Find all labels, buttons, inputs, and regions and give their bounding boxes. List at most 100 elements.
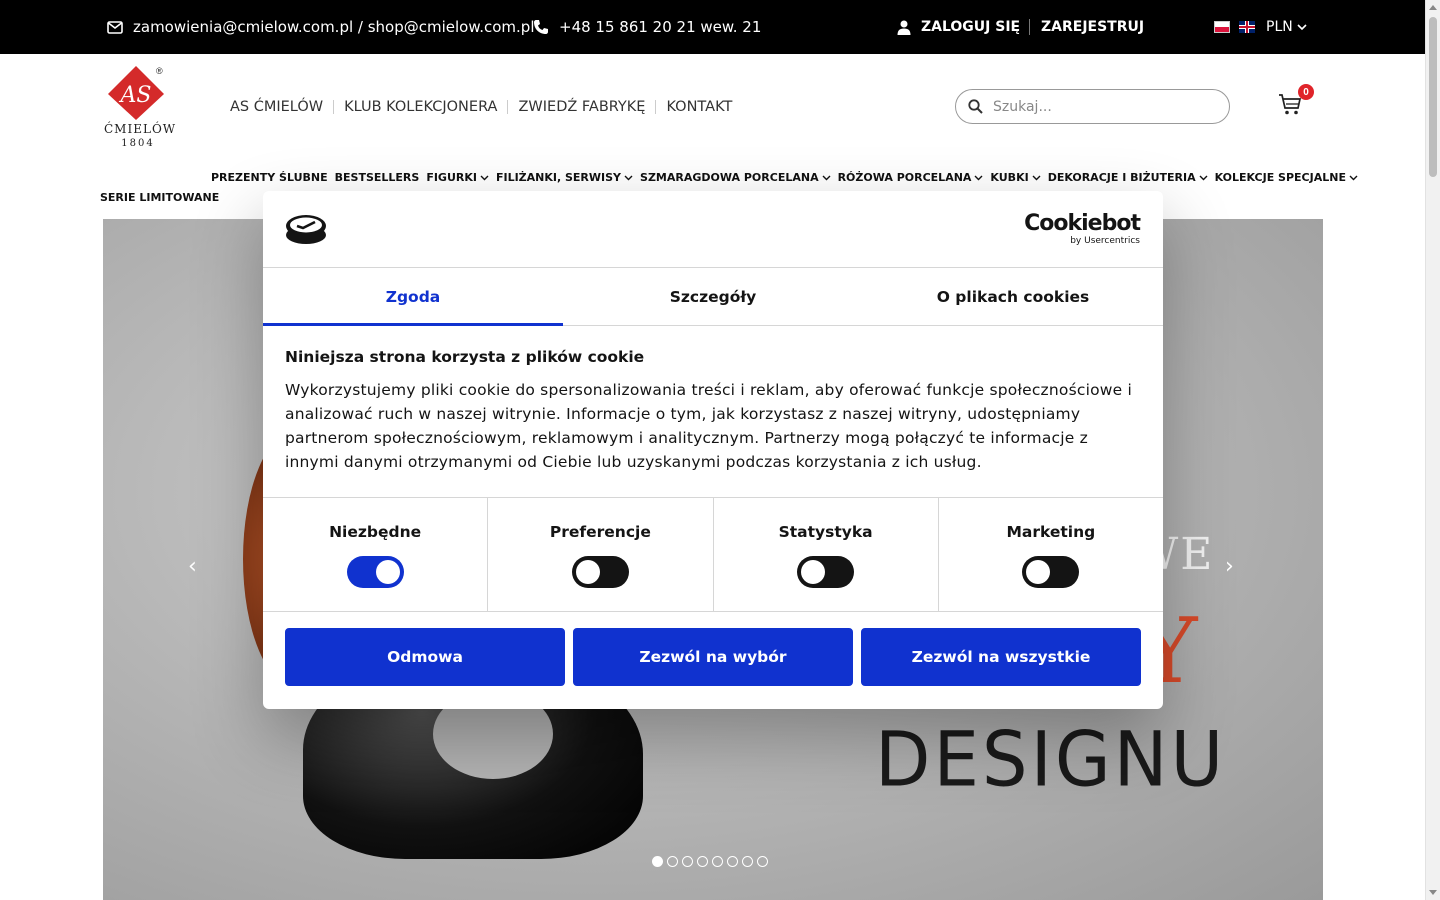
cat-label: DEKORACJE I BIŻUTERIA	[1047, 171, 1196, 184]
cookie-toggles: Niezbędne Preferencje Statystyka Marketi…	[263, 498, 1163, 612]
cart-button[interactable]: 0	[1278, 84, 1314, 118]
cat-bestsellers[interactable]: BESTSELLERS	[335, 171, 420, 184]
cookiebot-brand: Cookiebot by Usercentrics	[1024, 211, 1141, 247]
cat-filizanki-serwisy[interactable]: FILIŻANKI, SERWISY	[496, 171, 633, 184]
contact-email[interactable]: zamowienia@cmielow.com.pl / shop@cmielow…	[107, 0, 535, 54]
nav-klub-kolekcjonera[interactable]: KLUB KOLEKCJONERA	[333, 100, 507, 114]
toggle-preferencje: Preferencje	[487, 498, 712, 611]
currency-label: PLN	[1266, 19, 1293, 35]
hero-text-main: DESIGNU	[875, 714, 1227, 804]
category-nav: PREZENTY ŚLUBNE BESTSELLERS FIGURKI FILI…	[211, 171, 1365, 184]
currency-select[interactable]: PLN	[1266, 0, 1307, 54]
cat-rozowa-porcelana[interactable]: RÓŻOWA PORCELANA	[838, 171, 984, 184]
cat-dekoracje-bizuteria[interactable]: DEKORACJE I BIŻUTERIA	[1048, 171, 1208, 184]
scroll-up-icon[interactable]	[1429, 5, 1437, 10]
cat-label: RÓŻOWA PORCELANA	[837, 171, 972, 184]
cookie-logo-icon	[286, 215, 326, 244]
cookie-description: Wykorzystujemy pliki cookie do spersonal…	[285, 381, 1133, 471]
tab-o-plikach-cookies[interactable]: O plikach cookies	[863, 268, 1163, 325]
cat-szmaragdowa-porcelana[interactable]: SZMARAGDOWA PORCELANA	[640, 171, 831, 184]
toggle-label: Statystyka	[778, 523, 873, 541]
cookie-buttons: Odmowa Zezwól na wybór Zezwól na wszystk…	[263, 612, 1163, 686]
cat-kolekcje-specjalne[interactable]: KOLEKCJE SPECJALNE	[1215, 171, 1358, 184]
chevron-down-icon	[822, 175, 831, 180]
deny-button[interactable]: Odmowa	[285, 628, 565, 686]
login-label: ZALOGUJ SIĘ	[921, 19, 1021, 35]
user-icon	[897, 20, 911, 35]
registered-mark: ®	[156, 66, 163, 76]
toggle-switch[interactable]	[1022, 556, 1080, 588]
toggle-label: Marketing	[1006, 523, 1096, 541]
slider-dot[interactable]	[682, 856, 693, 867]
tab-zgoda[interactable]: Zgoda	[263, 268, 563, 326]
slider-dot[interactable]	[667, 856, 678, 867]
slider-dot[interactable]	[697, 856, 708, 867]
slider-dots	[652, 856, 768, 867]
slider-next-icon[interactable]: ›	[1225, 554, 1234, 579]
toggle-label: Niezbędne	[329, 523, 422, 541]
nav-kontakt[interactable]: KONTAKT	[655, 100, 742, 114]
top-bar: zamowienia@cmielow.com.pl / shop@cmielow…	[0, 0, 1425, 54]
toggle-statystyka: Statystyka	[712, 498, 938, 611]
toggle-knob	[1026, 560, 1051, 584]
search-input[interactable]	[993, 98, 1213, 115]
cat-figurki[interactable]: FIGURKI	[426, 171, 489, 184]
contact-phone[interactable]: +48 15 861 20 21 wew. 21	[533, 0, 761, 54]
cookie-heading: Niniejsza strona korzysta z plików cooki…	[285, 348, 645, 366]
cat-label: PREZENTY ŚLUBNE	[211, 171, 328, 184]
search-box	[955, 89, 1230, 124]
chevron-down-icon	[624, 175, 633, 180]
cookiebot-name: Cookiebot	[1024, 211, 1141, 236]
tab-szczegoly[interactable]: Szczegóły	[563, 268, 863, 325]
cat-label: FILIŻANKI, SERWISY	[495, 171, 622, 184]
slider-dot[interactable]	[727, 856, 738, 867]
slider-dot[interactable]	[742, 856, 753, 867]
slider-prev-icon[interactable]: ‹	[188, 554, 197, 579]
slider-dot[interactable]	[757, 856, 768, 867]
cat-prezenty-slubne[interactable]: PREZENTY ŚLUBNE	[211, 171, 328, 184]
nav-zwiedz-fabryke[interactable]: ZWIEDŹ FABRYKĘ	[507, 100, 655, 114]
scroll-thumb[interactable]	[1429, 17, 1437, 177]
toggle-label: Preferencje	[549, 523, 651, 541]
envelope-icon	[107, 20, 123, 34]
search-icon[interactable]	[968, 99, 983, 114]
cat-label: SZMARAGDOWA PORCELANA	[640, 171, 819, 184]
toggle-marketing: Marketing	[937, 498, 1163, 611]
slider-dot[interactable]	[712, 856, 723, 867]
toggle-niezbedne: Niezbędne	[263, 498, 487, 611]
contact-email-text: zamowienia@cmielow.com.pl / shop@cmielow…	[133, 18, 535, 36]
scroll-down-icon[interactable]	[1429, 890, 1437, 895]
cat-serie-limitowane[interactable]: SERIE LIMITOWANE	[100, 191, 219, 204]
login-link[interactable]: ZALOGUJ SIĘ	[897, 0, 1020, 54]
toggle-knob	[801, 560, 826, 584]
cart-count-badge: 0	[1298, 84, 1314, 100]
logo-mark-text: AS	[119, 83, 152, 108]
chevron-down-icon	[480, 175, 489, 180]
cat-kubki[interactable]: KUBKI	[990, 171, 1041, 184]
flag-pl-icon[interactable]	[1214, 21, 1230, 33]
site-logo[interactable]: AS ® ĆMIELÓW 1804	[104, 64, 177, 154]
cookie-body: Niniejsza strona korzysta z plików cooki…	[263, 326, 1163, 498]
cat-label: KUBKI	[990, 171, 1029, 184]
flag-uk-icon[interactable]	[1239, 21, 1255, 33]
cookie-dialog-header: Cookiebot by Usercentrics	[263, 191, 1163, 268]
allow-all-button[interactable]: Zezwól na wszystkie	[861, 628, 1141, 686]
cat-label: BESTSELLERS	[334, 171, 420, 184]
allow-selection-button[interactable]: Zezwól na wybór	[573, 628, 853, 686]
toggle-knob	[375, 560, 400, 584]
chevron-down-icon	[1199, 175, 1208, 180]
logo-brand: ĆMIELÓW	[104, 122, 177, 136]
cat-label: FIGURKI	[426, 171, 477, 184]
nav-as-cmielow[interactable]: AS ĆMIELÓW	[230, 100, 333, 115]
cookie-consent-dialog: Cookiebot by Usercentrics Zgoda Szczegół…	[263, 191, 1163, 709]
toggle-switch[interactable]	[571, 556, 629, 588]
main-nav: AS ĆMIELÓW KLUB KOLEKCJONERA ZWIEDŹ FABR…	[230, 96, 742, 118]
chevron-down-icon	[1032, 175, 1041, 180]
cookie-tabs: Zgoda Szczegóły O plikach cookies	[263, 268, 1163, 326]
slider-dot[interactable]	[652, 856, 663, 867]
language-switcher	[1214, 0, 1255, 54]
toggle-switch[interactable]	[797, 556, 855, 588]
toggle-switch[interactable]	[346, 556, 404, 588]
register-link[interactable]: ZAREJESTRUJ	[1041, 0, 1144, 54]
page-scrollbar[interactable]	[1425, 0, 1440, 900]
